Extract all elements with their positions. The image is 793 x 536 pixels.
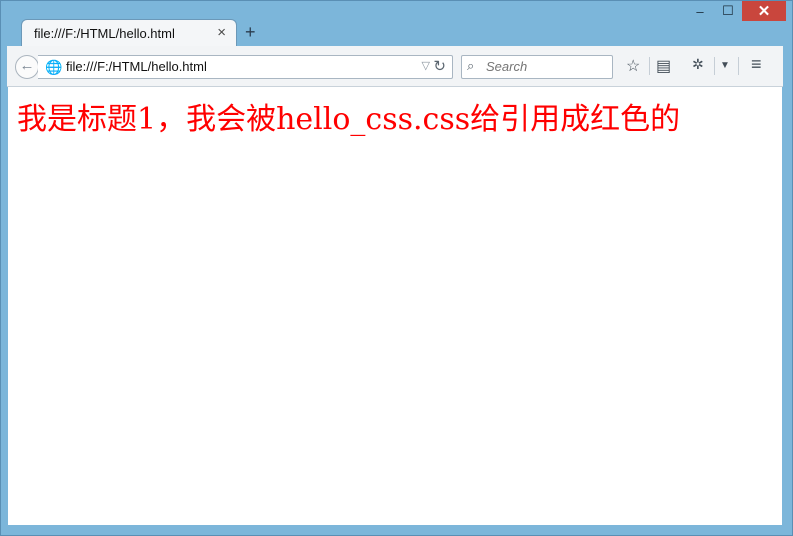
address-bar[interactable]: 🌐 file:///F:/HTML/hello.html ▽ ↻ bbox=[38, 55, 453, 79]
globe-icon: 🌐 bbox=[45, 59, 63, 75]
history-dropdown-icon[interactable]: ▽ bbox=[422, 59, 430, 72]
window-controls: – ☐ ✕ bbox=[686, 1, 786, 21]
bookmarks-library-icon[interactable]: ▤ bbox=[656, 56, 671, 76]
search-input[interactable] bbox=[486, 58, 606, 74]
menu-icon[interactable]: ≡ bbox=[751, 54, 762, 75]
page-heading: 我是标题1，我会被hello_css.css给引用成红色的 bbox=[17, 102, 681, 137]
search-box[interactable]: ⌕ bbox=[461, 55, 613, 79]
reload-icon[interactable]: ↻ bbox=[433, 57, 446, 75]
back-button[interactable]: ← bbox=[15, 55, 39, 79]
bookmark-star-icon[interactable]: ☆ bbox=[626, 56, 640, 76]
addon-dropdown-icon[interactable]: ▼ bbox=[720, 60, 730, 71]
tab-active[interactable]: file:///F:/HTML/hello.html × bbox=[21, 19, 237, 48]
addon-icon[interactable]: ✲ bbox=[692, 56, 704, 73]
toolbar-separator bbox=[649, 57, 650, 75]
navigation-toolbar: ← 🌐 file:///F:/HTML/hello.html ▽ ↻ ⌕ ☆ ▤… bbox=[7, 46, 783, 87]
maximize-button[interactable]: ☐ bbox=[714, 1, 742, 21]
minimize-button[interactable]: – bbox=[686, 1, 714, 21]
toolbar-separator bbox=[714, 57, 715, 75]
toolbar-separator bbox=[738, 57, 739, 75]
tab-close-icon[interactable]: × bbox=[217, 24, 226, 41]
search-icon: ⌕ bbox=[467, 58, 475, 73]
url-text[interactable]: file:///F:/HTML/hello.html bbox=[66, 59, 207, 74]
new-tab-button[interactable]: + bbox=[245, 23, 256, 41]
page-content: 我是标题1，我会被hello_css.css给引用成红色的 bbox=[8, 87, 782, 525]
close-button[interactable]: ✕ bbox=[742, 1, 786, 21]
tab-title: file:///F:/HTML/hello.html bbox=[34, 26, 175, 41]
